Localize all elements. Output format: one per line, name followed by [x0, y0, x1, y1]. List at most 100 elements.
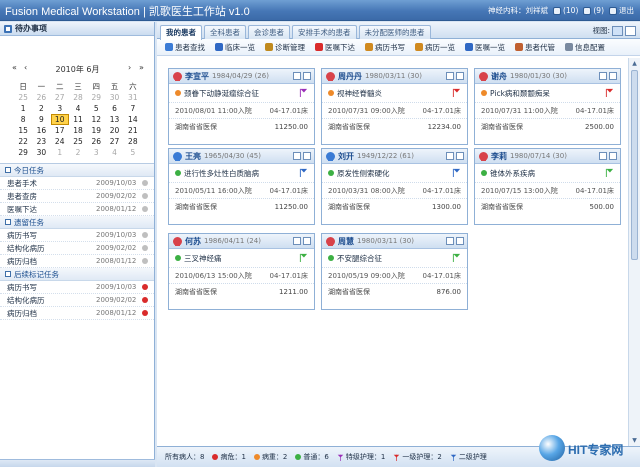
calendar-day[interactable]: 21: [124, 125, 142, 136]
maximize-icon[interactable]: [456, 237, 464, 245]
patient-card[interactable]: 谢舟 1980/01/30 (30) Pick病和颞颥痴呆 2010/07/31 11…: [474, 68, 621, 145]
calendar-day[interactable]: 30: [105, 92, 123, 103]
calendar-day[interactable]: 4: [105, 147, 123, 158]
patient-name[interactable]: 李莉: [491, 151, 507, 162]
minimize-icon[interactable]: [293, 72, 301, 80]
scroll-thumb[interactable]: [631, 70, 638, 260]
task-item[interactable]: 结构化病历 2009/02/02: [0, 294, 154, 307]
tab-2[interactable]: 会诊患者: [248, 25, 290, 39]
issue-orders-button[interactable]: 医嘱下达: [315, 42, 365, 53]
patient-card[interactable]: 何苏 1986/04/11 (24) 三叉神经痛 2010/06/13 15:00入院…: [168, 233, 315, 310]
calendar-day[interactable]: 26: [32, 92, 50, 103]
patient-card[interactable]: 李宣平 1984/04/29 (26) 颈眷下动静涎瘤综合征 2010/08/01 1…: [168, 68, 315, 145]
patient-name[interactable]: 周慧: [338, 236, 354, 247]
minimize-icon[interactable]: [446, 237, 454, 245]
info-config-button[interactable]: 信息配置: [565, 42, 615, 53]
pin-icon[interactable]: [142, 284, 148, 290]
patient-card[interactable]: 李莉 1980/07/14 (30) 锥体外系疾病 2010/07/15 13:00入…: [474, 148, 621, 225]
task-group-header[interactable]: 今日任务: [0, 164, 154, 177]
clinical-overview-button[interactable]: 临床一览: [215, 42, 265, 53]
next-year-button[interactable]: »: [139, 63, 144, 72]
patient-name[interactable]: 王亮: [185, 151, 201, 162]
patient-name[interactable]: 刘开: [338, 151, 354, 162]
calendar-day[interactable]: 4: [69, 103, 87, 114]
patient-card[interactable]: 王亮 1965/04/30 (45) 进行性多灶性白质脑病 2010/05/11 16…: [168, 148, 315, 225]
patient-proxy-button[interactable]: 患者代管: [515, 42, 565, 53]
diagnosis-manage-button[interactable]: 诊断管理: [265, 42, 315, 53]
calendar-day[interactable]: 16: [32, 125, 50, 136]
patient-card[interactable]: 周丹丹 1980/03/11 (30) 视神经脊髓炎 2010/07/31 09:00…: [321, 68, 468, 145]
user-info[interactable]: 神经内科：刘祥斌: [488, 5, 548, 16]
calendar-day[interactable]: 27: [105, 136, 123, 147]
calendar-day[interactable]: 17: [51, 125, 69, 136]
orders-overview-button[interactable]: 医嘱一览: [465, 42, 515, 53]
task-item[interactable]: 医嘱下达 2008/01/12: [0, 203, 154, 216]
maximize-icon[interactable]: [303, 72, 311, 80]
calendar-day[interactable]: 1: [14, 103, 32, 114]
calendar-day[interactable]: 5: [87, 103, 105, 114]
minimize-icon[interactable]: [446, 72, 454, 80]
tab-1[interactable]: 全科患者: [204, 25, 246, 39]
calendar-day[interactable]: 22: [14, 136, 32, 147]
calendar-day[interactable]: 28: [124, 136, 142, 147]
pin-icon[interactable]: [142, 297, 148, 303]
task-item[interactable]: 患者手术 2009/10/03: [0, 177, 154, 190]
calendar-day[interactable]: 27: [51, 92, 69, 103]
pin-icon[interactable]: [142, 193, 148, 199]
calendar-day[interactable]: 9: [32, 114, 50, 125]
pin-icon[interactable]: [142, 258, 148, 264]
pin-icon[interactable]: [142, 232, 148, 238]
calendar-day[interactable]: 26: [87, 136, 105, 147]
maximize-icon[interactable]: [609, 72, 617, 80]
minimize-icon[interactable]: [599, 72, 607, 80]
patient-name[interactable]: 周丹丹: [338, 71, 362, 82]
calendar-day[interactable]: 29: [14, 147, 32, 158]
calendar-day[interactable]: 23: [32, 136, 50, 147]
panel-resize-handle[interactable]: [0, 459, 155, 467]
pin-icon[interactable]: [142, 245, 148, 251]
list-view-button[interactable]: [625, 25, 636, 36]
scrollbar[interactable]: ▲ ▼: [628, 58, 640, 446]
calendar-day[interactable]: 29: [87, 92, 105, 103]
calendar-day[interactable]: 20: [105, 125, 123, 136]
scroll-up-icon[interactable]: ▲: [631, 60, 638, 67]
pin-icon[interactable]: [142, 206, 148, 212]
calendar-day[interactable]: 14: [124, 114, 142, 125]
minimize-icon[interactable]: [293, 237, 301, 245]
calendar-day[interactable]: 25: [14, 92, 32, 103]
task-group-header[interactable]: 后续标记任务: [0, 268, 154, 281]
task-item[interactable]: 病历归档 2008/01/12: [0, 255, 154, 268]
calendar-day[interactable]: 3: [51, 103, 69, 114]
patient-name[interactable]: 李宣平: [185, 71, 209, 82]
calendar-day[interactable]: 19: [87, 125, 105, 136]
pin-icon[interactable]: [142, 180, 148, 186]
minimize-icon[interactable]: [293, 152, 301, 160]
calendar-day[interactable]: 12: [87, 114, 105, 125]
calendar-day[interactable]: 10: [50, 114, 69, 125]
task-item[interactable]: 结构化病历 2009/02/02: [0, 242, 154, 255]
patient-card[interactable]: 刘开 1949/12/22 (61) 原发性侧索硬化 2010/03/31 08:00…: [321, 148, 468, 225]
next-month-button[interactable]: ›: [128, 63, 131, 72]
calendar-day[interactable]: 13: [105, 114, 123, 125]
calendar-day[interactable]: 6: [105, 103, 123, 114]
calendar-day[interactable]: 2: [69, 147, 87, 158]
calendar-day[interactable]: 15: [14, 125, 32, 136]
tab-3[interactable]: 安排手术的患者: [292, 25, 357, 39]
minimize-icon[interactable]: [599, 152, 607, 160]
exit-button[interactable]: 退出: [609, 5, 634, 16]
calendar-day[interactable]: 24: [51, 136, 69, 147]
calendar-day[interactable]: 2: [32, 103, 50, 114]
calendar-day[interactable]: 30: [32, 147, 50, 158]
patient-name[interactable]: 谢舟: [491, 71, 507, 82]
task-item[interactable]: 病历归档 2008/01/12: [0, 307, 154, 320]
tab-0[interactable]: 我的患者: [160, 25, 202, 40]
pin-icon[interactable]: [142, 310, 148, 316]
calendar-day[interactable]: 28: [69, 92, 87, 103]
maximize-icon[interactable]: [303, 237, 311, 245]
card-view-button[interactable]: [612, 25, 623, 36]
calendar-day[interactable]: 11: [69, 114, 87, 125]
task-group-header[interactable]: 遗留任务: [0, 216, 154, 229]
patient-name[interactable]: 何苏: [185, 236, 201, 247]
calendar-day[interactable]: 5: [124, 147, 142, 158]
task-item[interactable]: 病历书写 2009/10/03: [0, 229, 154, 242]
